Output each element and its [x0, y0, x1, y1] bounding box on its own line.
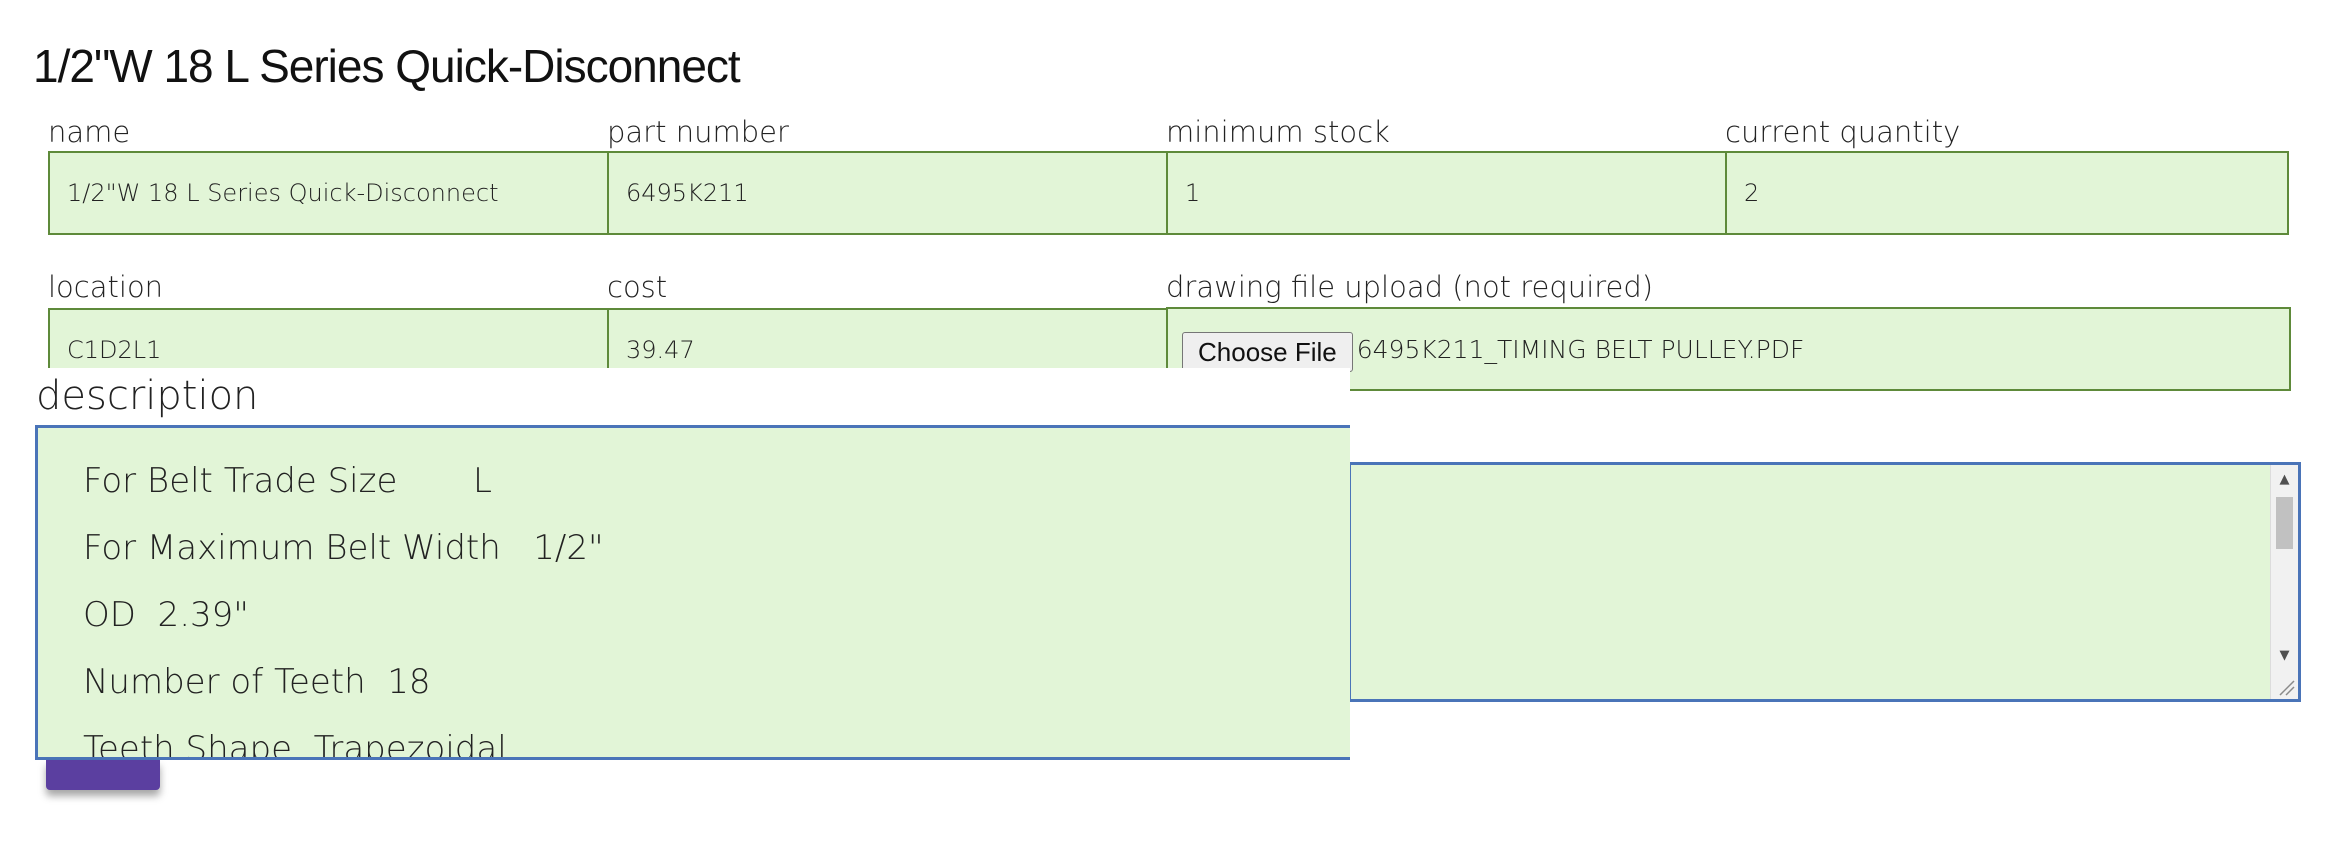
- page-title: 1/2"W 18 L Series Quick-Disconnect: [33, 40, 741, 92]
- name-label: name: [48, 115, 131, 149]
- name-input[interactable]: 1/2"W 18 L Series Quick-Disconnect: [48, 151, 609, 235]
- description-line: Teeth Shape Trapezoidal: [83, 729, 507, 760]
- location-label: location: [48, 270, 164, 304]
- description-line: Number of Teeth 18: [83, 662, 431, 702]
- minimum-stock-input[interactable]: 1: [1166, 151, 1727, 235]
- part-number-label: part number: [607, 115, 789, 149]
- description-line: OD 2.39": [83, 595, 249, 635]
- current-quantity-input[interactable]: 2: [1725, 151, 2289, 235]
- textarea-scrollbar[interactable]: ▲ ▼: [2270, 465, 2298, 699]
- description-content[interactable]: For Belt Trade Size L For Maximum Belt W…: [35, 425, 1350, 760]
- cost-label: cost: [607, 270, 668, 304]
- scroll-up-arrow-icon[interactable]: ▲: [2271, 469, 2298, 491]
- description-textarea[interactable]: ▲ ▼: [1348, 462, 2301, 702]
- drawing-file-label: drawing file upload (not required): [1166, 270, 1654, 304]
- choose-file-button[interactable]: Choose File: [1182, 332, 1353, 372]
- description-label: description: [36, 373, 259, 419]
- description-panel: description For Belt Trade Size L For Ma…: [28, 368, 1350, 760]
- description-line: For Belt Trade Size L: [83, 461, 492, 501]
- current-quantity-label: current quantity: [1725, 115, 1961, 149]
- submit-button[interactable]: [46, 760, 160, 790]
- resize-grip-icon[interactable]: [2276, 677, 2296, 697]
- scroll-down-arrow-icon[interactable]: ▼: [2271, 645, 2298, 667]
- scroll-thumb[interactable]: [2276, 497, 2293, 549]
- selected-file-name: 6495K211_TIMING BELT PULLEY.PDF: [1356, 334, 1805, 364]
- part-number-input[interactable]: 6495K211: [607, 151, 1168, 235]
- minimum-stock-label: minimum stock: [1166, 115, 1390, 149]
- description-line: For Maximum Belt Width 1/2": [83, 528, 604, 568]
